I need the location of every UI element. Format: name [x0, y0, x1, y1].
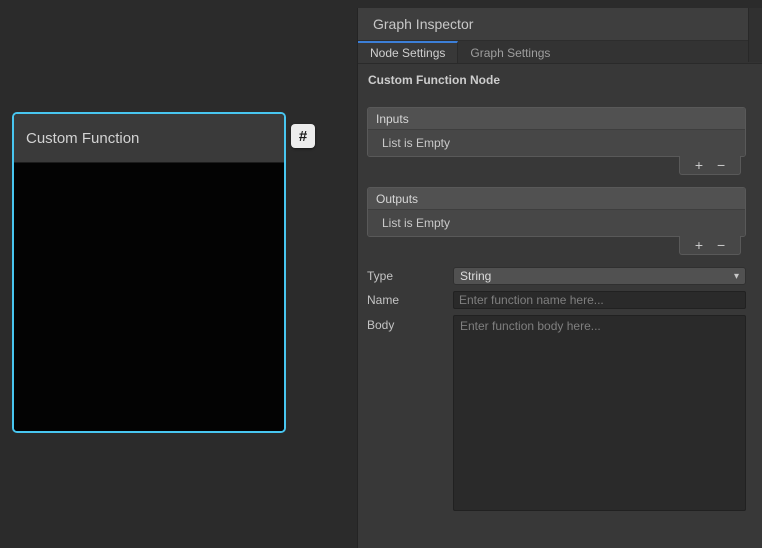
- chevron-down-icon: ▾: [734, 271, 739, 282]
- type-row: Type String ▾: [367, 267, 746, 285]
- type-label: Type: [367, 269, 453, 283]
- type-dropdown[interactable]: String ▾: [453, 267, 746, 285]
- inputs-empty-label: List is Empty: [382, 136, 450, 150]
- node-preview-body: [14, 163, 284, 431]
- graph-inspector-panel: Graph Inspector Node Settings Graph Sett…: [357, 8, 762, 548]
- outputs-empty-label: List is Empty: [382, 216, 450, 230]
- node-header[interactable]: Custom Function: [14, 114, 284, 163]
- inspector-header[interactable]: Graph Inspector: [358, 8, 762, 41]
- tab-graph-settings[interactable]: Graph Settings: [458, 41, 562, 63]
- scrollbar-corner: [748, 8, 762, 62]
- outputs-remove-button[interactable]: −: [714, 238, 728, 252]
- inputs-list: Inputs List is Empty + −: [367, 107, 746, 157]
- node-title: Custom Function: [26, 130, 139, 147]
- tab-node-settings[interactable]: Node Settings: [358, 41, 458, 63]
- inputs-list-header: Inputs: [368, 108, 745, 130]
- tab-graph-settings-label: Graph Settings: [470, 46, 550, 60]
- inputs-empty-row: List is Empty: [368, 130, 745, 156]
- inputs-remove-button[interactable]: −: [714, 158, 728, 172]
- outputs-list-header: Outputs: [368, 188, 745, 210]
- outputs-list: Outputs List is Empty + −: [367, 187, 746, 237]
- node-settings-heading: Custom Function Node: [368, 73, 762, 87]
- outputs-add-button[interactable]: +: [692, 238, 706, 252]
- inputs-list-footer: + −: [679, 156, 741, 175]
- inspector-title: Graph Inspector: [373, 16, 473, 32]
- function-name-input[interactable]: [453, 291, 746, 309]
- node-precision-badge[interactable]: #: [291, 124, 315, 148]
- outputs-empty-row: List is Empty: [368, 210, 745, 236]
- name-row: Name: [367, 291, 746, 309]
- tab-node-settings-label: Node Settings: [370, 46, 445, 60]
- outputs-list-title: Outputs: [376, 192, 418, 206]
- hash-icon: #: [299, 128, 307, 145]
- inputs-add-button[interactable]: +: [692, 158, 706, 172]
- name-label: Name: [367, 293, 453, 307]
- inspector-content: Custom Function Node Inputs List is Empt…: [358, 64, 762, 511]
- inspector-tabbar: Node Settings Graph Settings: [358, 41, 762, 64]
- inputs-list-title: Inputs: [376, 112, 409, 126]
- custom-function-node[interactable]: Custom Function: [12, 112, 286, 433]
- type-dropdown-value: String: [460, 269, 734, 283]
- body-row: Body: [367, 315, 746, 511]
- body-label: Body: [367, 318, 453, 332]
- outputs-list-footer: + −: [679, 236, 741, 255]
- function-body-textarea[interactable]: [453, 315, 746, 511]
